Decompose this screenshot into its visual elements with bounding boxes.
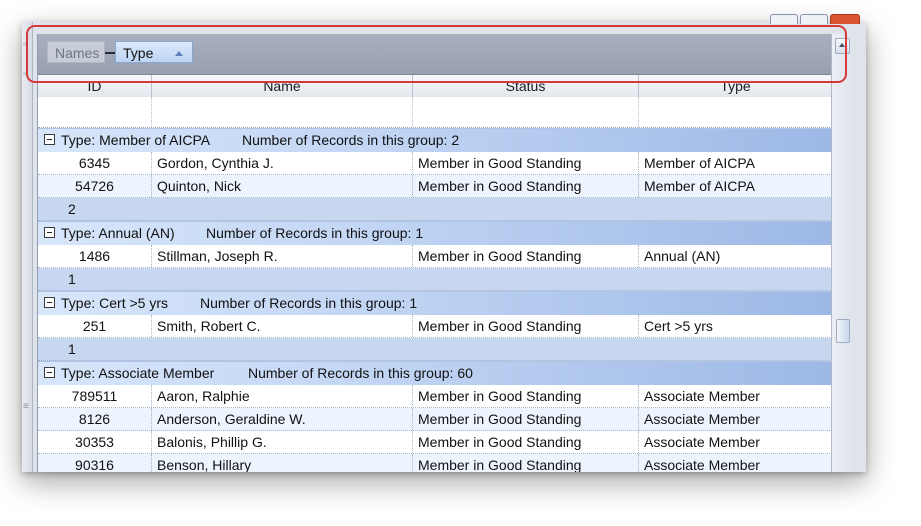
cell-type: Member of AICPA: [644, 178, 756, 194]
group-footer-count: 2: [68, 201, 76, 217]
group-chip-type[interactable]: Type: [115, 41, 193, 63]
cell-status: Member in Good Standing: [413, 315, 639, 337]
minus-box-icon[interactable]: [44, 227, 55, 238]
cell-type: Associate Member: [644, 457, 760, 472]
group-label: Type: Cert >5 yrs: [61, 295, 168, 311]
cell-status: Member in Good Standing: [413, 245, 639, 267]
cell-name: Quinton, Nick: [152, 175, 413, 197]
group-row[interactable]: Type: Annual (AN) Number of Records in t…: [38, 221, 832, 245]
group-count: Number of Records in this group: 60: [248, 365, 473, 381]
sort-ascending-icon: [175, 51, 183, 56]
cell-id: 251: [38, 315, 152, 337]
filter-cell-type[interactable]: [639, 97, 832, 127]
table-row[interactable]: 1486 Stillman, Joseph R. Member in Good …: [38, 245, 832, 268]
cell-name: Benson, Hillary: [152, 454, 413, 472]
cell-status: Member in Good Standing: [413, 385, 639, 407]
group-chip-names[interactable]: Names: [47, 41, 105, 63]
filter-cell-id[interactable]: [38, 97, 152, 127]
group-footer-count: 1: [68, 271, 76, 287]
group-footer-row: 1: [38, 338, 832, 361]
minus-box-icon[interactable]: [44, 134, 55, 145]
group-chip-label: Names: [55, 45, 100, 61]
cell-type: Cert >5 yrs: [644, 318, 713, 334]
group-count: Number of Records in this group: 1: [200, 295, 418, 311]
cell-status: Member in Good Standing: [413, 175, 639, 197]
column-header-name[interactable]: Name: [152, 75, 413, 97]
cell-name: Balonis, Phillip G.: [152, 431, 413, 453]
scroll-up-arrow-icon[interactable]: [835, 38, 850, 54]
table-row[interactable]: 90316 Benson, Hillary Member in Good Sta…: [38, 454, 832, 472]
group-by-panel[interactable]: Names Type: [38, 34, 832, 75]
cell-id: 54726: [38, 175, 152, 197]
cell-id: 30353: [38, 431, 152, 453]
table-row[interactable]: 6345 Gordon, Cynthia J. Member in Good S…: [38, 152, 832, 175]
table-row[interactable]: 8126 Anderson, Geraldine W. Member in Go…: [38, 408, 832, 431]
cell-name: Anderson, Geraldine W.: [152, 408, 413, 430]
group-row[interactable]: Type: Associate Member Number of Records…: [38, 361, 832, 385]
column-header-type[interactable]: Type: [639, 75, 832, 97]
column-header-id[interactable]: ID: [38, 75, 152, 97]
table-row[interactable]: 789511 Aaron, Ralphie Member in Good Sta…: [38, 385, 832, 408]
cell-type: Associate Member: [644, 434, 760, 450]
cell-name: Smith, Robert C.: [152, 315, 413, 337]
group-chip-connector: [105, 52, 115, 54]
maximize-button[interactable]: [800, 14, 828, 24]
cell-type: Associate Member: [644, 411, 760, 427]
group-label: Type: Associate Member: [61, 365, 215, 381]
minimize-button[interactable]: [770, 14, 798, 24]
column-header-status[interactable]: Status: [413, 75, 639, 97]
cell-type: Associate Member: [644, 388, 760, 404]
group-row[interactable]: Type: Member of AICPA Number of Records …: [38, 128, 832, 152]
table-row[interactable]: 30353 Balonis, Phillip G. Member in Good…: [38, 431, 832, 454]
cell-id: 6345: [38, 152, 152, 174]
filter-cell-name[interactable]: [152, 97, 413, 127]
table-row[interactable]: 251 Smith, Robert C. Member in Good Stan…: [38, 315, 832, 338]
cell-id: 8126: [38, 408, 152, 430]
minus-box-icon[interactable]: [44, 367, 55, 378]
group-footer-count: 1: [68, 341, 76, 357]
cell-status: Member in Good Standing: [413, 431, 639, 453]
cell-type: Annual (AN): [644, 248, 721, 264]
group-label: Type: Annual (AN): [61, 225, 175, 241]
cell-name: Aaron, Ralphie: [152, 385, 413, 407]
minus-box-icon[interactable]: [44, 297, 55, 308]
table-row[interactable]: 54726 Quinton, Nick Member in Good Stand…: [38, 175, 832, 198]
cell-type: Member of AICPA: [644, 155, 756, 171]
toolbar-grip-icon: ▫: [23, 39, 27, 50]
cell-name: Gordon, Cynthia J.: [152, 152, 413, 174]
cell-id: 90316: [38, 454, 152, 472]
grid-body: Type: Member of AICPA Number of Records …: [38, 128, 832, 472]
group-row[interactable]: Type: Cert >5 yrs Number of Records in t…: [38, 291, 832, 315]
group-chip-label: Type: [123, 45, 154, 61]
group-count: Number of Records in this group: 1: [206, 225, 424, 241]
filter-row: [38, 97, 832, 128]
close-button[interactable]: [830, 14, 860, 24]
group-footer-row: 2: [38, 198, 832, 221]
records-grid[interactable]: Names Type ID Name Status Type Type: Mem…: [37, 34, 832, 472]
column-header-row: ID Name Status Type: [38, 75, 832, 98]
filter-cell-status[interactable]: [413, 97, 639, 127]
splitter-grip-icon[interactable]: ≡: [23, 402, 29, 412]
cell-id: 789511: [38, 385, 152, 407]
cell-id: 1486: [38, 245, 152, 267]
toolbar-grip-icon: ▫: [23, 69, 27, 80]
window-controls: [770, 14, 860, 24]
group-label: Type: Member of AICPA: [61, 132, 211, 148]
cell-status: Member in Good Standing: [413, 152, 639, 174]
vertical-scrollbar[interactable]: [831, 34, 852, 472]
cell-status: Member in Good Standing: [413, 454, 639, 472]
group-count: Number of Records in this group: 2: [242, 132, 460, 148]
left-toolbar-strip: ▫ ▫ ≡: [22, 22, 33, 472]
cell-name: Stillman, Joseph R.: [152, 245, 413, 267]
group-footer-row: 1: [38, 268, 832, 291]
scrollbar-thumb[interactable]: [836, 319, 850, 343]
cell-status: Member in Good Standing: [413, 408, 639, 430]
